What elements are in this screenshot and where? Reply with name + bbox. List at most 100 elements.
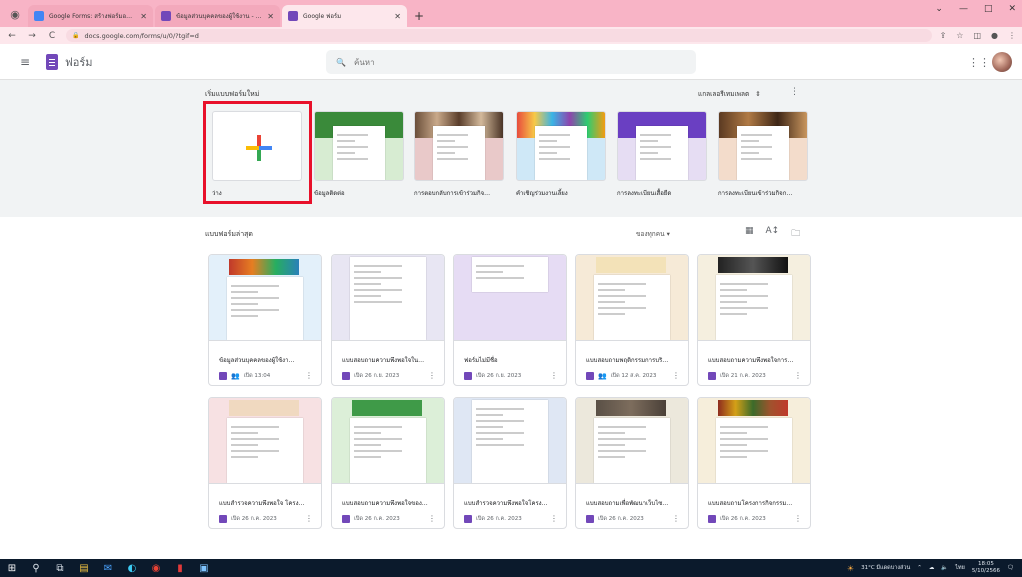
browser-tab[interactable]: Google Forms: สร้างฟอร์มออนไลน… ✕: [28, 5, 153, 27]
template-tshirt-signup[interactable]: การลงทะเบียนเสื้อยืด: [617, 111, 707, 198]
tab-search-icon[interactable]: ⌄: [935, 4, 943, 14]
tab-close-icon[interactable]: ✕: [394, 12, 401, 21]
avatar[interactable]: [992, 52, 1012, 72]
forms-file-icon: [586, 514, 594, 523]
browser-tab-active[interactable]: Google ฟอร์ม ✕: [282, 5, 407, 27]
search-input[interactable]: 🔍 ค้นหา: [326, 50, 696, 74]
folder-icon[interactable]: 🗀: [791, 226, 800, 242]
form-thumbnail[interactable]: [576, 398, 688, 484]
input-language[interactable]: ไทย: [955, 564, 965, 572]
chrome-menu-icon[interactable]: ◉: [6, 5, 24, 23]
app-icon[interactable]: ▮: [168, 559, 192, 577]
form-thumbnail[interactable]: [454, 255, 566, 341]
forward-button[interactable]: →: [26, 31, 38, 41]
recent-form-card[interactable]: แบบสอบถามความพึงพอใจการ… เปิด 21 ก.ค. 20…: [697, 254, 811, 386]
template-thumbnail[interactable]: [516, 111, 606, 181]
sort-icon[interactable]: A↕: [766, 226, 780, 242]
card-menu-icon[interactable]: ⋮: [794, 371, 802, 380]
form-meta: เปิด 26 ก.ย. 2023 ⋮: [464, 371, 566, 380]
share-icon[interactable]: ⇪: [940, 31, 947, 40]
card-menu-icon[interactable]: ⋮: [672, 371, 680, 380]
form-thumbnail[interactable]: [332, 398, 444, 484]
form-title: แบบสอบถามพฤติกรรมการบริ…: [586, 357, 669, 364]
grid-view-icon[interactable]: ▦: [745, 226, 754, 242]
extension-icon[interactable]: ◫: [973, 31, 981, 40]
recent-form-card[interactable]: ข้อมูลส่วนบุคคลของผู้ใช้งา… 👥 เปิด 13:04…: [208, 254, 322, 386]
minimize-button[interactable]: —: [959, 4, 968, 14]
card-menu-icon[interactable]: ⋮: [672, 514, 680, 523]
more-options-icon[interactable]: ⋮: [790, 87, 799, 97]
new-tab-button[interactable]: +: [409, 5, 429, 27]
form-thumbnail[interactable]: [332, 255, 444, 341]
reload-button[interactable]: C: [46, 31, 58, 41]
app-title[interactable]: ฟอร์ม: [65, 53, 93, 71]
weather-text[interactable]: 31°C มีแดดบางส่วน: [861, 564, 910, 572]
chrome-icon[interactable]: ◉: [144, 559, 168, 577]
recent-form-card[interactable]: แบบสอบถามเพื่อพัฒนาเว็บไซ… เปิด 26 ก.ค. …: [575, 397, 689, 529]
template-event-rsvp[interactable]: การตอบกลับการเข้าร่วมกิจ…: [414, 111, 504, 198]
browser-tab[interactable]: ข้อมูลส่วนบุคคลของผู้ใช้งาน - Goog… ✕: [155, 5, 280, 27]
card-menu-icon[interactable]: ⋮: [428, 371, 436, 380]
template-thumbnail[interactable]: [414, 111, 504, 181]
task-view-icon[interactable]: ⧉: [48, 559, 72, 577]
card-menu-icon[interactable]: ⋮: [428, 514, 436, 523]
recent-form-card[interactable]: แบบสอบถามโครงการกิจกรรม… เปิด 26 ก.ค. 20…: [697, 397, 811, 529]
main-menu-icon[interactable]: ≡: [20, 55, 36, 69]
profile-icon[interactable]: ●: [991, 31, 998, 40]
edge-icon[interactable]: ◐: [120, 559, 144, 577]
start-icon[interactable]: ⊞: [0, 559, 24, 577]
notifications-icon[interactable]: 🗨: [1007, 565, 1014, 571]
template-gallery-button[interactable]: แกลเลอรีเทมเพลต ⇕: [698, 89, 761, 99]
template-thumbnail[interactable]: [617, 111, 707, 181]
template-event-registration[interactable]: การลงทะเบียนเข้าร่วมกิจก…: [718, 111, 808, 198]
card-menu-icon[interactable]: ⋮: [550, 514, 558, 523]
recent-form-card[interactable]: แบบสำรวจความพึงพอใจโครง… เปิด 26 ก.ค. 20…: [453, 397, 567, 529]
template-thumbnail[interactable]: [718, 111, 808, 181]
form-thumbnail[interactable]: [454, 398, 566, 484]
template-label: การลงทะเบียนเสื้อยืด: [617, 190, 672, 197]
owner-filter-dropdown[interactable]: ของทุกคน ▾: [636, 229, 670, 239]
menu-dots-icon[interactable]: ⋮: [1008, 31, 1016, 40]
template-contact-info[interactable]: ข้อมูลติดต่อ: [314, 111, 404, 198]
mail-icon[interactable]: ✉: [96, 559, 120, 577]
url-bar[interactable]: 🔒 docs.google.com/forms/u/0/?tgif=d: [66, 29, 932, 42]
forms-file-icon: [464, 514, 472, 523]
network-icon[interactable]: ☁: [929, 565, 935, 571]
card-menu-icon[interactable]: ⋮: [305, 514, 313, 523]
card-menu-icon[interactable]: ⋮: [550, 371, 558, 380]
maximize-button[interactable]: □: [984, 4, 993, 14]
recent-form-card[interactable]: แบบสำรวจความพึงพอใจ โครง… เปิด 26 ก.ค. 2…: [208, 397, 322, 529]
form-opened-date: เปิด 13:04: [243, 372, 271, 379]
form-opened-date: เปิด 26 ก.ค. 2023: [598, 515, 644, 522]
bookmark-star-icon[interactable]: ☆: [956, 31, 963, 40]
window-controls: ⌄ — □ ✕: [935, 4, 1016, 14]
weather-icon[interactable]: ☀: [847, 564, 854, 573]
recent-form-card[interactable]: แบบสอบถามความพึงพอใจใน… เปิด 26 ก.ย. 202…: [331, 254, 445, 386]
back-button[interactable]: ←: [6, 31, 18, 41]
recent-form-card[interactable]: ฟอร์มไม่มีชื่อ เปิด 26 ก.ย. 2023 ⋮: [453, 254, 567, 386]
template-party-invite[interactable]: คำเชิญร่วมงานเลี้ยง: [516, 111, 606, 198]
form-thumbnail[interactable]: [209, 398, 321, 484]
tab-close-icon[interactable]: ✕: [140, 12, 147, 21]
search-icon[interactable]: ⚲: [24, 559, 48, 577]
forms-logo-icon[interactable]: [46, 53, 58, 70]
recent-form-card[interactable]: แบบสอบถามพฤติกรรมการบริ… 👥 เปิด 12 ส.ค. …: [575, 254, 689, 386]
template-label: การตอบกลับการเข้าร่วมกิจ…: [414, 190, 491, 197]
close-window-button[interactable]: ✕: [1008, 4, 1016, 14]
form-thumbnail[interactable]: [576, 255, 688, 341]
card-menu-icon[interactable]: ⋮: [794, 514, 802, 523]
template-thumbnail[interactable]: [314, 111, 404, 181]
google-apps-icon[interactable]: ⋮⋮: [968, 56, 990, 69]
form-title: ฟอร์มไม่มีชื่อ: [464, 357, 498, 364]
recent-form-card[interactable]: แบบสอบถามความพึงพอใจของ… เปิด 26 ก.ค. 20…: [331, 397, 445, 529]
explorer-icon[interactable]: ▤: [72, 559, 96, 577]
volume-icon[interactable]: 🔈: [941, 565, 948, 571]
form-thumbnail[interactable]: [698, 398, 810, 484]
tray-chevron-icon[interactable]: ⌃: [917, 565, 922, 571]
clock[interactable]: 18:05 5/10/2566: [972, 561, 1000, 575]
card-menu-icon[interactable]: ⋮: [305, 371, 313, 380]
form-thumbnail[interactable]: [698, 255, 810, 341]
tab-close-icon[interactable]: ✕: [267, 12, 274, 21]
form-thumbnail[interactable]: [209, 255, 321, 341]
photos-icon[interactable]: ▣: [192, 559, 216, 577]
